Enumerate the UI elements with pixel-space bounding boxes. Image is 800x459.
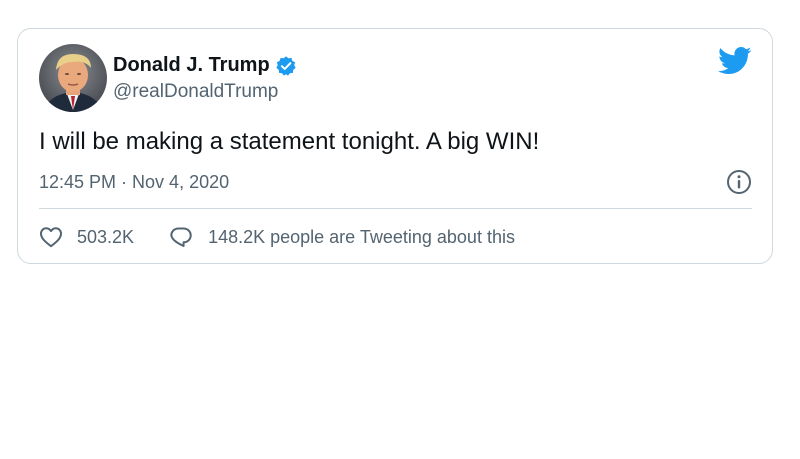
- avatar-image: [39, 44, 107, 112]
- author-name-row: Donald J. Trump: [113, 54, 297, 77]
- divider: [39, 208, 752, 209]
- tweet-actions: 503.2K 148.2K people are Tweeting about …: [39, 226, 515, 248]
- tweeting-about-link[interactable]: 148.2K people are Tweeting about this: [169, 226, 515, 248]
- twitter-bird-icon[interactable]: [718, 46, 752, 76]
- like-count: 503.2K: [77, 226, 135, 247]
- author-handle[interactable]: @realDonaldTrump: [113, 81, 278, 103]
- tweet-text: I will be making a statement tonight. A …: [39, 128, 540, 155]
- heart-icon: [39, 226, 63, 248]
- author-display-name[interactable]: Donald J. Trump: [113, 54, 270, 77]
- tweeting-about-text: 148.2K people are Tweeting about this: [208, 226, 515, 247]
- speech-bubble-icon: [169, 226, 193, 248]
- tweet-timestamp[interactable]: 12:45 PM · Nov 4, 2020: [39, 172, 229, 193]
- tweet-card[interactable]: Donald J. Trump @realDonaldTrump I will …: [17, 28, 773, 264]
- info-icon[interactable]: [726, 169, 752, 195]
- verified-badge-icon: [275, 55, 297, 77]
- like-button[interactable]: 503.2K: [39, 226, 134, 248]
- avatar[interactable]: [39, 44, 107, 112]
